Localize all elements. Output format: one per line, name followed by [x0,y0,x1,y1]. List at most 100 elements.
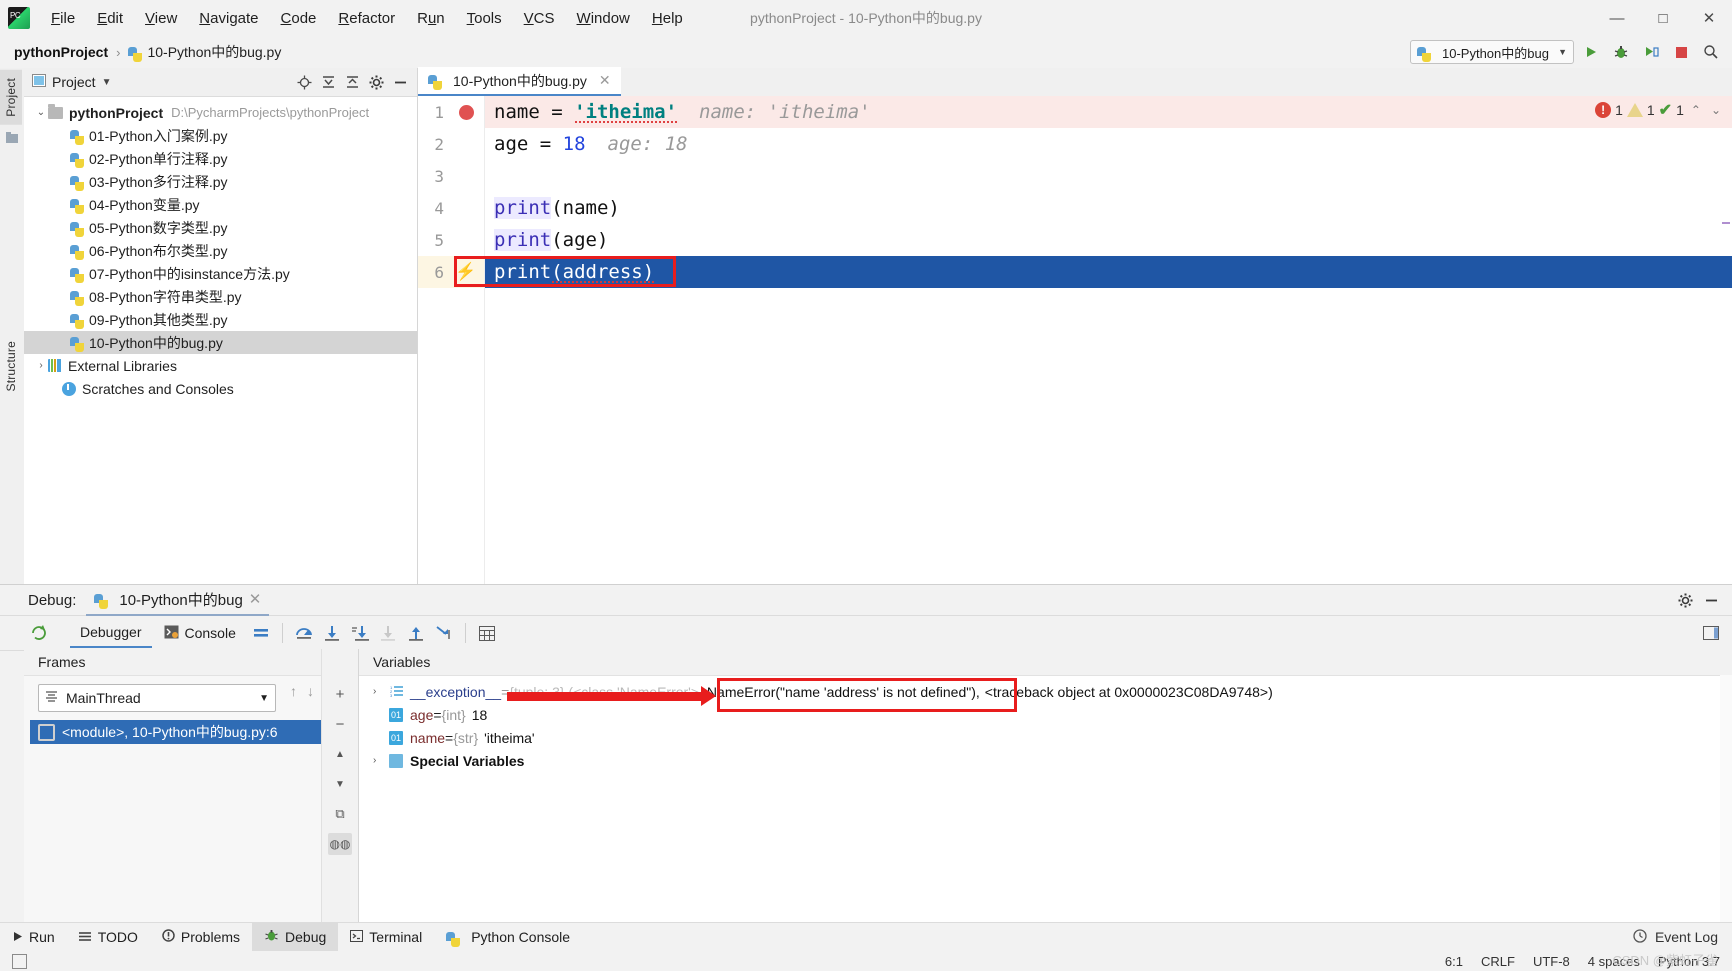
run-to-cursor-icon[interactable] [431,620,457,646]
tree-file-08[interactable]: 08-Python字符串类型.py [24,285,417,308]
tree-file-01[interactable]: 01-Python入门案例.py [24,124,417,147]
strip-tab-project[interactable]: Project [0,70,22,125]
step-into-my-code-icon[interactable] [347,620,373,646]
copy-icon[interactable]: ⧉ [328,803,352,825]
variable-row-name[interactable]: 01 name = {str} 'itheima' [359,726,1732,749]
gutter-slot[interactable] [454,160,478,192]
rerun-icon[interactable] [26,620,52,646]
coverage-button[interactable] [1638,39,1664,65]
tree-file-06[interactable]: 06-Python布尔类型.py [24,239,417,262]
gear-icon[interactable] [1674,589,1696,611]
menu-item-file[interactable]: File [40,6,86,31]
menu-item-navigate[interactable]: Navigate [188,6,269,31]
breadcrumb-file[interactable]: 10-Python中的bug.py [147,42,281,62]
move-up-icon[interactable]: ▲ [328,743,352,765]
menu-item-edit[interactable]: Edit [86,6,134,31]
tree-file-04[interactable]: 04-Python变量.py [24,193,417,216]
menu-item-refactor[interactable]: Refactor [327,6,406,31]
menu-item-window[interactable]: Window [566,6,641,31]
hide-panel-icon[interactable] [1700,589,1722,611]
evaluate-expression-icon[interactable] [474,620,500,646]
close-icon[interactable]: ✕ [249,590,262,608]
frame-down-icon[interactable]: ↓ [307,683,314,699]
bottom-tab-problems[interactable]: Problems [150,923,252,951]
stop-button[interactable] [1668,39,1694,65]
bottom-tab-terminal[interactable]: Terminal [338,923,434,951]
mute-breakpoints-icon[interactable] [248,620,274,646]
add-watch-icon[interactable]: + [328,683,352,705]
layout-icon[interactable] [1700,622,1722,644]
run-configuration-selector[interactable]: 10-Python中的bug ▼ [1410,40,1574,64]
bottom-tab-python-console[interactable]: Python Console [434,923,582,951]
bottom-tab-run[interactable]: Run [0,923,67,951]
menu-item-run[interactable]: Run [406,6,456,31]
menu-item-help[interactable]: Help [641,6,694,31]
chevron-right-icon[interactable]: › [373,686,389,697]
chevron-up-icon[interactable]: ⌃ [1688,103,1704,117]
force-step-into-icon[interactable] [375,620,401,646]
bottom-tab-debug[interactable]: Debug [252,923,339,951]
move-down-icon[interactable]: ▼ [328,773,352,795]
chevron-right-icon[interactable]: › [373,755,389,766]
gear-icon[interactable] [365,71,387,93]
editor-tab-bug-file[interactable]: 10-Python中的bug.py ✕ [418,67,621,96]
variable-row-age[interactable]: 01 age = {int} 18 [359,703,1732,726]
search-icon[interactable] [1698,39,1724,65]
file-encoding[interactable]: UTF-8 [1533,954,1570,969]
tab-console[interactable]: Console [154,619,246,648]
step-into-icon[interactable] [319,620,345,646]
remove-watch-icon[interactable]: − [328,713,352,735]
tree-scratches[interactable]: Scratches and Consoles [24,377,417,400]
hide-panel-icon[interactable] [389,71,411,93]
chevron-down-icon[interactable]: ▼ [259,693,269,704]
strip-tab-structure[interactable]: Structure [0,333,22,400]
tree-file-02[interactable]: 02-Python单行注释.py [24,147,417,170]
tree-root-pythonproject[interactable]: ⌄ pythonProject D:\PycharmProjects\pytho… [24,101,417,124]
chevron-down-icon[interactable]: ⌄ [1708,103,1724,117]
gutter-slot[interactable] [454,128,478,160]
tree-file-05[interactable]: 05-Python数字类型.py [24,216,417,239]
debug-session-tab[interactable]: 10-Python中的bug ✕ [86,585,270,616]
chevron-right-icon[interactable]: › [34,360,48,371]
tree-file-07[interactable]: 07-Python中的isinstance方法.py [24,262,417,285]
frame-list-item-selected[interactable]: <module>, 10-Python中的bug.py:6 [30,720,352,744]
menu-item-code[interactable]: Code [270,6,328,31]
gutter-slot[interactable] [454,224,478,256]
debug-button[interactable] [1608,39,1634,65]
tab-debugger[interactable]: Debugger [70,618,152,648]
lock-icon[interactable] [12,953,27,969]
line-separator[interactable]: CRLF [1481,954,1515,969]
expand-all-icon[interactable] [341,71,363,93]
collapse-all-icon[interactable] [317,71,339,93]
minimize-button[interactable]: — [1594,0,1640,36]
caret-position[interactable]: 6:1 [1445,954,1463,969]
variables-scrollbar[interactable] [1720,675,1732,931]
gutter-slot[interactable] [454,192,478,224]
menu-item-tools[interactable]: Tools [456,6,513,31]
bottom-tab-todo[interactable]: TODO [67,923,150,951]
menu-item-vcs[interactable]: VCS [513,6,566,31]
maximize-button[interactable]: □ [1640,0,1686,36]
breadcrumb-project[interactable]: pythonProject [14,44,108,60]
variable-row-special[interactable]: › Special Variables [359,749,1732,772]
step-out-icon[interactable] [403,620,429,646]
target-icon[interactable] [293,71,315,93]
inspection-widget[interactable]: ! 1 1 ✔ 1 ⌃ ⌄ [1595,100,1724,120]
breakpoint-icon[interactable] [454,96,478,128]
event-log-button[interactable]: Event Log [1633,928,1732,946]
project-title-chevron-down-icon[interactable]: ▼ [102,77,112,88]
frame-up-icon[interactable]: ↑ [290,683,297,699]
step-over-icon[interactable] [291,620,317,646]
tree-file-09[interactable]: 09-Python其他类型.py [24,308,417,331]
run-button[interactable] [1578,39,1604,65]
watch-icon[interactable]: ◍◍ [328,833,352,855]
tree-file-10-selected[interactable]: 10-Python中的bug.py [24,331,417,354]
menu-item-view[interactable]: View [134,6,188,31]
close-button[interactable]: ✕ [1686,0,1732,36]
intention-bolt-icon[interactable]: ⚡ [454,256,478,288]
close-icon[interactable]: ✕ [599,72,611,89]
chevron-down-icon[interactable]: ⌄ [34,107,48,118]
tree-external-libraries[interactable]: › External Libraries [24,354,417,377]
thread-selector[interactable]: MainThread ▼ [38,684,276,712]
tree-file-03[interactable]: 03-Python多行注释.py [24,170,417,193]
